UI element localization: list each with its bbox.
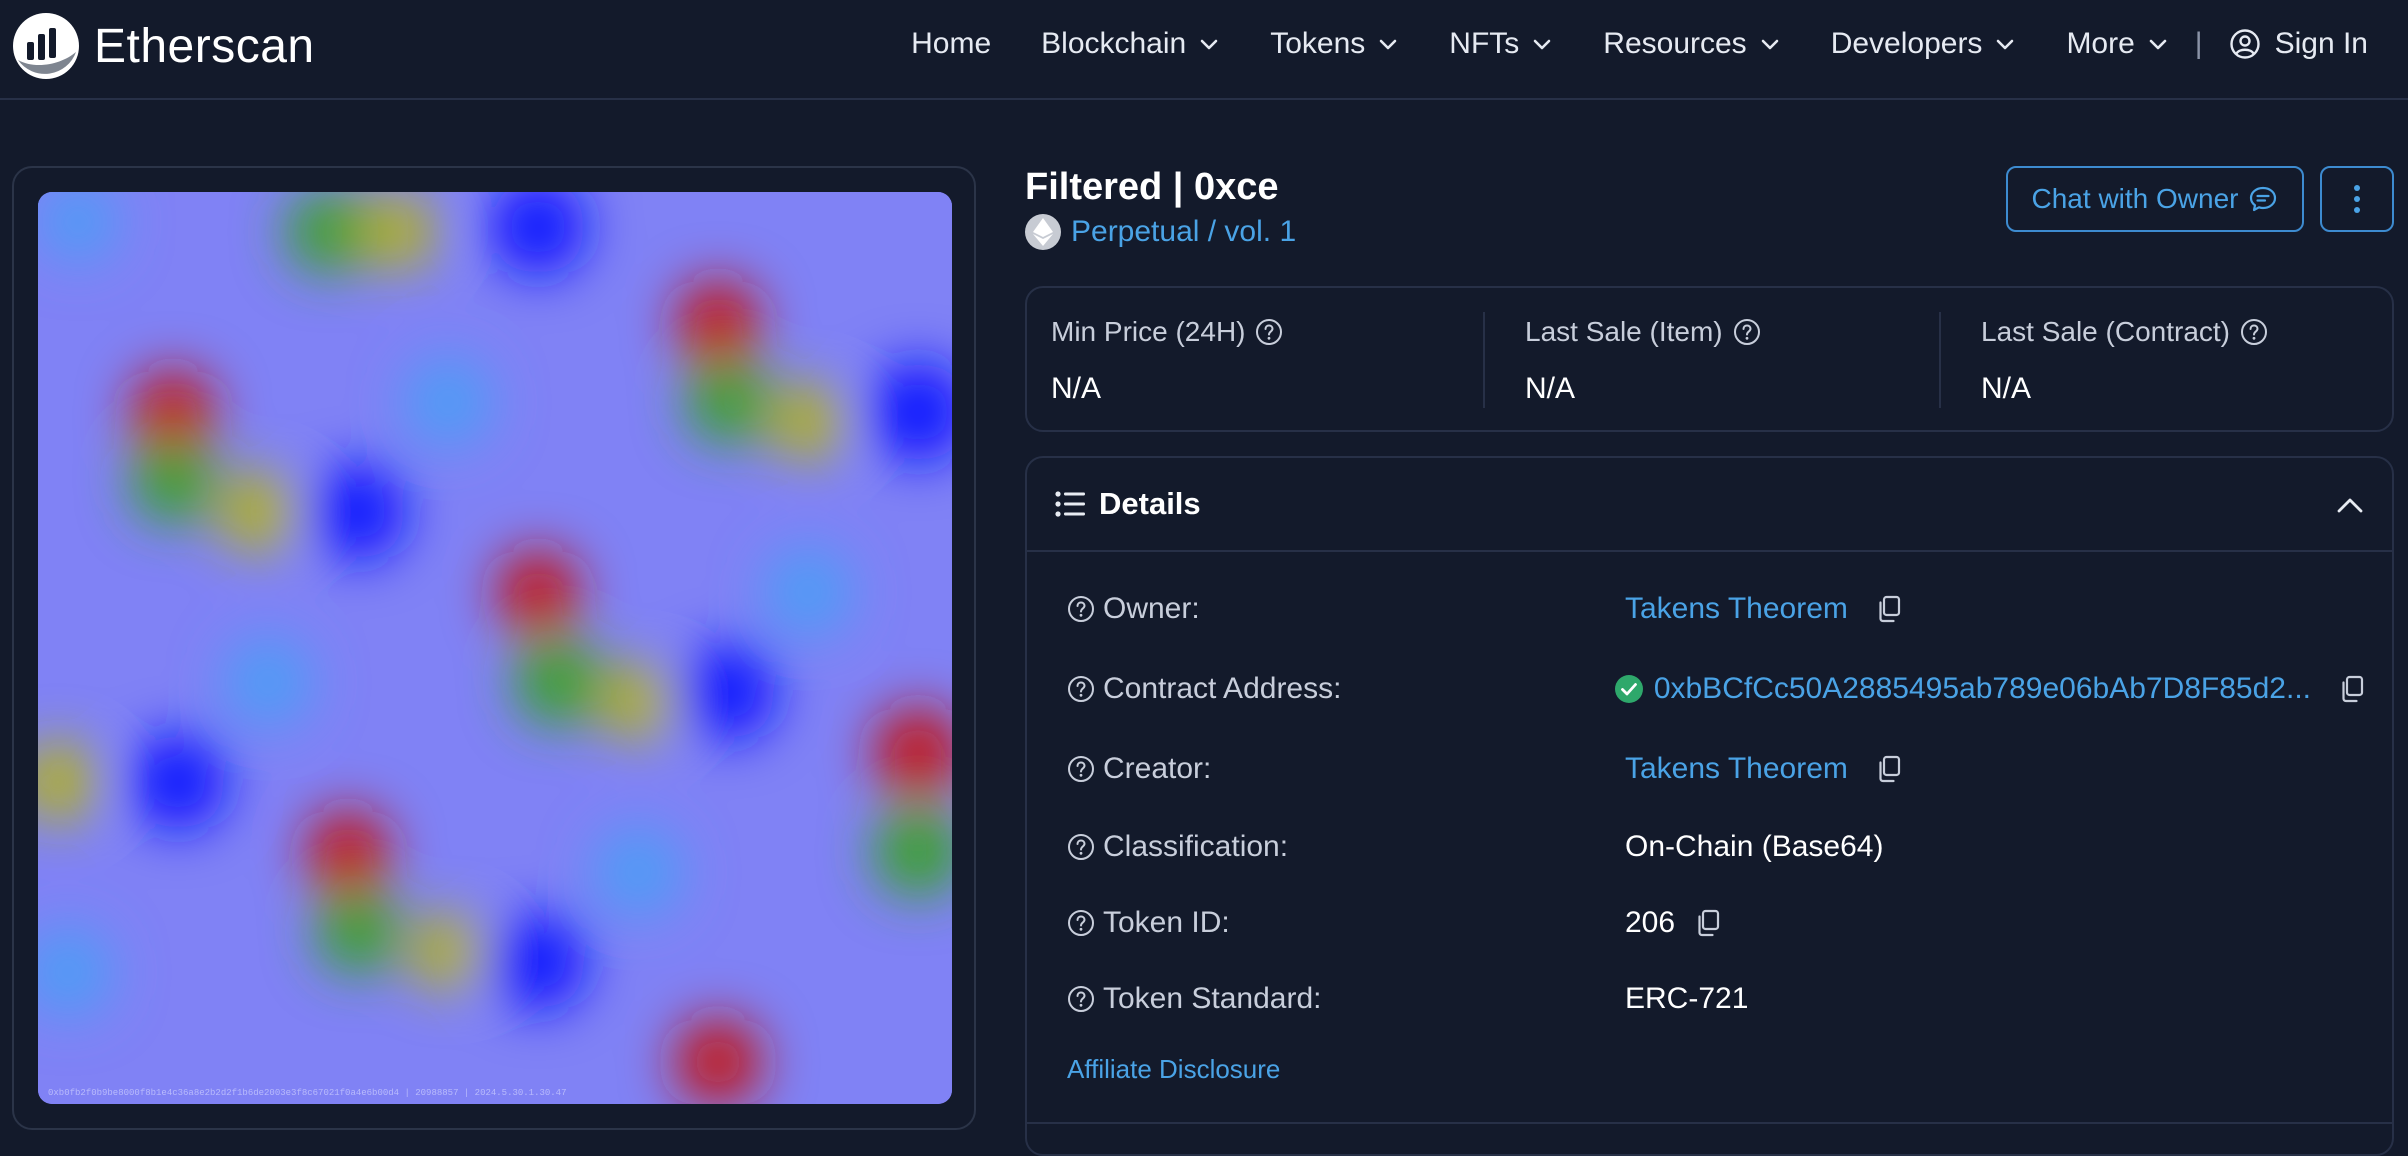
details-title: Details: [1099, 486, 1201, 521]
chat-bubble-icon: [2250, 186, 2277, 212]
ethereum-icon: [1025, 214, 1061, 250]
chevron-up-icon[interactable]: [2334, 490, 2366, 522]
more-options-button[interactable]: [2320, 166, 2394, 232]
nav-nfts-label: NFTs: [1449, 27, 1520, 60]
check-circle-icon: [1614, 675, 1643, 703]
copy-icon[interactable]: [1693, 908, 1723, 938]
token-id-value: 206: [1625, 906, 1676, 939]
etherscan-logo[interactable]: Etherscan: [12, 12, 315, 80]
classification-value: On-Chain (Base64): [1625, 830, 1884, 863]
sign-in-link[interactable]: Sign In: [2229, 27, 2368, 61]
details-card: Details Owner: Takens Theorem Contract A…: [1025, 456, 2394, 1156]
collection-link[interactable]: Perpetual / vol. 1: [1025, 214, 1296, 250]
nav-resources-label: Resources: [1603, 27, 1747, 60]
stat-divider: [1483, 312, 1485, 408]
sign-in-label: Sign In: [2274, 27, 2368, 60]
question-circle-icon[interactable]: [1067, 595, 1095, 623]
stat-min-price-label: Min Price (24H): [1051, 316, 1246, 347]
nav-separator: |: [2194, 27, 2203, 60]
list-icon: [1055, 491, 1085, 517]
stat-min-price: Min Price (24H) N/A: [1051, 316, 1283, 406]
affiliate-disclosure-link[interactable]: Affiliate Disclosure: [1067, 1054, 1280, 1085]
chevron-down-icon: [1379, 39, 1397, 50]
question-circle-icon[interactable]: [1067, 985, 1095, 1013]
detail-row-contract: Contract Address: 0xbBCfCc50A2885495ab78…: [1067, 664, 2367, 714]
detail-row-token-standard: Token Standard: ERC-721: [1067, 974, 2367, 1024]
logo-text: Etherscan: [94, 19, 315, 73]
token-standard-label: Token Standard:: [1103, 982, 1322, 1015]
stat-last-sale-contract-label: Last Sale (Contract): [1981, 316, 2230, 347]
owner-link[interactable]: Takens Theorem: [1625, 592, 1848, 626]
question-circle-icon[interactable]: [1067, 675, 1095, 703]
nft-artwork: [38, 192, 952, 1104]
stat-last-sale-contract-value: N/A: [1981, 372, 2032, 405]
vertical-dots-icon: [2354, 185, 2360, 213]
nft-image-card: 0xb0fb2f0b9be8000f8b1e4c36a8e2b2d2f1b6de…: [12, 166, 976, 1130]
nav-resources[interactable]: Resources: [1603, 27, 1780, 61]
chat-with-owner-label: Chat with Owner: [2031, 183, 2239, 214]
top-navbar: Etherscan Home Blockchain Tokens NFTs Re…: [0, 0, 2408, 100]
question-circle-icon[interactable]: [1067, 833, 1095, 861]
stat-divider: [1939, 312, 1941, 408]
chevron-down-icon: [1997, 39, 2014, 50]
stat-last-sale-item-label: Last Sale (Item): [1525, 316, 1723, 347]
divider: [1027, 1122, 2392, 1124]
stat-last-sale-item-value: N/A: [1525, 372, 1576, 405]
details-header[interactable]: Details: [1027, 458, 2392, 552]
nft-image-caption: 0xb0fb2f0b9be8000f8b1e4c36a8e2b2d2f1b6de…: [48, 1088, 567, 1098]
price-stats-card: Min Price (24H) N/A Last Sale (Item) N/A…: [1025, 286, 2394, 432]
chevron-down-icon: [1200, 39, 1218, 50]
detail-row-token-id: Token ID: 206: [1067, 898, 2367, 948]
nav-more[interactable]: More: [2066, 27, 2168, 61]
chevron-down-icon: [1533, 39, 1551, 50]
token-standard-value: ERC-721: [1625, 982, 1749, 1015]
chevron-down-icon: [2149, 39, 2167, 50]
user-circle-icon: [2229, 29, 2260, 59]
nav-home-label: Home: [911, 27, 992, 60]
nav-developers-label: Developers: [1830, 27, 1983, 60]
creator-link[interactable]: Takens Theorem: [1625, 752, 1848, 786]
nav-developers[interactable]: Developers: [1831, 27, 2017, 61]
question-circle-icon[interactable]: [1067, 755, 1095, 783]
nav-nfts[interactable]: NFTs: [1449, 27, 1553, 61]
question-circle-icon[interactable]: [1733, 318, 1761, 346]
classification-label: Classification:: [1103, 830, 1289, 863]
contract-label: Contract Address:: [1103, 672, 1342, 705]
copy-icon[interactable]: [2337, 674, 2367, 704]
detail-row-classification: Classification: On-Chain (Base64): [1067, 822, 2367, 872]
copy-icon[interactable]: [1874, 754, 1904, 784]
detail-row-owner: Owner: Takens Theorem: [1067, 584, 2367, 634]
nav-more-label: More: [2066, 27, 2135, 60]
nav-blockchain-label: Blockchain: [1041, 27, 1187, 60]
question-circle-icon[interactable]: [1067, 909, 1095, 937]
main-nav: Home Blockchain Tokens NFTs Resources De…: [911, 0, 2368, 88]
etherscan-logo-icon: [13, 13, 79, 79]
token-id-label: Token ID:: [1103, 906, 1230, 939]
collection-name: Perpetual / vol. 1: [1071, 215, 1297, 248]
stat-last-sale-contract: Last Sale (Contract) N/A: [1981, 316, 2268, 406]
question-circle-icon[interactable]: [2240, 318, 2268, 346]
creator-label: Creator:: [1103, 752, 1212, 785]
detail-row-creator: Creator: Takens Theorem: [1067, 744, 2367, 794]
stat-min-price-value: N/A: [1051, 372, 1102, 405]
copy-icon[interactable]: [1874, 594, 1904, 624]
nav-tokens[interactable]: Tokens: [1270, 27, 1399, 61]
nav-blockchain[interactable]: Blockchain: [1041, 27, 1220, 61]
owner-label: Owner:: [1103, 592, 1200, 625]
contract-address-link[interactable]: 0xbBCfCc50A2885495ab789e06bAb7D8F85d2...: [1654, 672, 2311, 706]
question-circle-icon[interactable]: [1255, 318, 1283, 346]
chat-with-owner-button[interactable]: Chat with Owner: [2006, 166, 2304, 232]
nft-title: Filtered | 0xce: [1025, 166, 1279, 208]
nft-image[interactable]: 0xb0fb2f0b9be8000f8b1e4c36a8e2b2d2f1b6de…: [38, 192, 952, 1104]
chevron-down-icon: [1761, 39, 1778, 50]
stat-last-sale-item: Last Sale (Item) N/A: [1525, 316, 1761, 406]
nav-home[interactable]: Home: [911, 27, 991, 61]
nav-tokens-label: Tokens: [1270, 27, 1366, 60]
